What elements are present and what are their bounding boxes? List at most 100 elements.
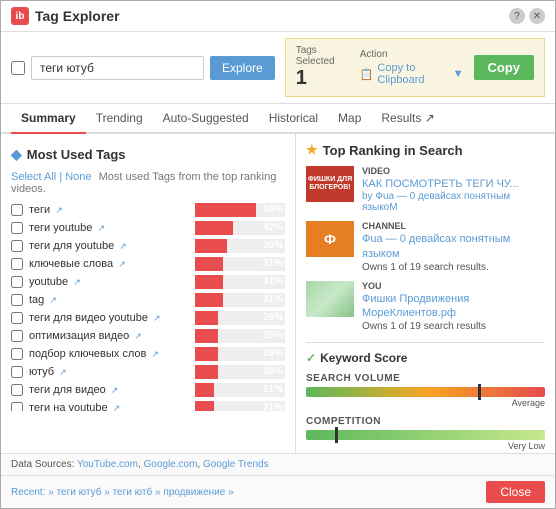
tag-checkbox[interactable] (11, 402, 23, 411)
you-title[interactable]: Фишки Продвижения МореКлиентов.рф (362, 292, 545, 321)
tag-name: оптимизация видео ↗ (29, 330, 189, 342)
source-google[interactable]: Google.com (144, 459, 198, 470)
tag-external-link[interactable]: ↗ (113, 403, 121, 411)
tag-bar-fill (195, 257, 223, 271)
main-content: ◆ Most Used Tags Select All | None Most … (1, 134, 555, 453)
title-bar: ib Tag Explorer ? ✕ (1, 1, 555, 32)
tag-name: теги для youtube ↗ (29, 240, 189, 252)
tab-trending[interactable]: Trending (86, 104, 153, 134)
tag-external-link[interactable]: ↗ (118, 259, 126, 269)
tag-external-link[interactable]: ↗ (151, 349, 159, 359)
tag-bar: 26% (195, 347, 285, 361)
tags-selected-info: Tags Selected 1 (296, 45, 350, 90)
select-none-link[interactable]: None (65, 171, 91, 183)
action-label: Action (360, 49, 464, 60)
tag-checkbox[interactable] (11, 366, 23, 378)
tag-checkbox[interactable] (11, 312, 23, 324)
video-title[interactable]: КАК ПОСМОТРЕТЬ ТЕГИ ЧУ... (362, 177, 545, 191)
channel-owns: Owns 1 of 19 search results. (362, 262, 545, 273)
tag-bar: 31% (195, 257, 285, 271)
app-window: ib Tag Explorer ? ✕ Explore Tags Selecte… (0, 0, 556, 509)
tag-external-link[interactable]: ↗ (111, 385, 119, 395)
tag-checkbox[interactable] (11, 276, 23, 288)
select-links: Select All | None Most used Tags from th… (1, 169, 295, 201)
tag-external-link[interactable]: ↗ (134, 331, 142, 341)
close-button[interactable]: Close (486, 481, 545, 503)
recent-item-2[interactable]: » теги ютб (104, 487, 152, 498)
list-item: теги для youtube ↗ 36% (1, 237, 295, 255)
result-video: ФИШКИ ДЛЯ БЛОГЕРОВ! VIDEO КАК ПОСМОТРЕТЬ… (306, 166, 545, 213)
tag-external-link[interactable]: ↗ (73, 277, 81, 287)
recent-label: Recent: (11, 487, 48, 498)
tab-map[interactable]: Map (328, 104, 371, 134)
tag-name: ключевые слова ↗ (29, 258, 189, 270)
tag-checkbox[interactable] (11, 294, 23, 306)
list-item: youtube ↗ 31% (1, 273, 295, 291)
tag-external-link[interactable]: ↗ (153, 313, 161, 323)
tag-external-link[interactable]: ↗ (59, 367, 67, 377)
tag-checkbox[interactable] (11, 222, 23, 234)
channel-thumbnail: Ф (306, 221, 354, 257)
tag-name: теги на youtube ↗ (29, 402, 189, 411)
channel-title[interactable]: Фua — 0 девайсах понятным языком (362, 232, 545, 261)
result-channel: Ф CHANNEL Фua — 0 девайсах понятным язык… (306, 221, 545, 273)
video-info: VIDEO КАК ПОСМОТРЕТЬ ТЕГИ ЧУ... by Фua —… (362, 166, 545, 213)
diamond-icon: ◆ (11, 146, 22, 163)
tags-selected-label: Tags Selected (296, 45, 350, 67)
list-item: оптимизация видео ↗ 26% (1, 327, 295, 345)
recent-bar: Recent: » теги ютуб » теги ютб » продвиж… (1, 475, 555, 508)
window-controls: ? ✕ (509, 8, 545, 24)
star-icon: ★ (306, 142, 318, 158)
keyword-score-title: ✓ Keyword Score (306, 351, 545, 365)
tag-external-link[interactable]: ↗ (97, 223, 105, 233)
copy-button[interactable]: Copy (474, 55, 535, 80)
list-item: теги ↗ 68% (1, 201, 295, 219)
tag-percentage: 68% (263, 203, 283, 217)
tag-bar-fill (195, 275, 223, 289)
list-item: ютуб ↗ 26% (1, 363, 295, 381)
tab-auto-suggested[interactable]: Auto-Suggested (153, 104, 259, 134)
most-used-tags-title: ◆ Most Used Tags (1, 142, 295, 169)
recent-item-3[interactable]: » продвижение (155, 487, 225, 498)
channel-info: CHANNEL Фua — 0 девайсах понятным языком… (362, 221, 545, 273)
tags-selected-count: 1 (296, 67, 350, 90)
tag-checkbox[interactable] (11, 330, 23, 342)
result-you: YOU Фишки Продвижения МореКлиентов.рф Ow… (306, 281, 545, 333)
tag-bar: 42% (195, 221, 285, 235)
tag-bar-fill (195, 203, 256, 217)
source-youtube[interactable]: YouTube.com (77, 459, 138, 470)
data-sources: Data Sources: YouTube.com, Google.com, G… (11, 459, 269, 470)
copy-to-clipboard-button[interactable]: 📋 Copy to Clipboard ▼ (360, 62, 464, 86)
tag-percentage: 26% (263, 347, 283, 361)
recent-item-1[interactable]: » теги ютуб (48, 487, 101, 498)
tab-historical[interactable]: Historical (259, 104, 328, 134)
tag-checkbox[interactable] (11, 204, 23, 216)
tag-checkbox[interactable] (11, 348, 23, 360)
tag-external-link[interactable]: ↗ (119, 241, 127, 251)
video-subtitle[interactable]: by Фua — 0 девайсах понятным языкоМ (362, 191, 545, 213)
select-all-link[interactable]: Select All (11, 171, 56, 183)
tab-summary[interactable]: Summary (11, 104, 86, 134)
close-window-button[interactable]: ✕ (529, 8, 545, 24)
tag-percentage: 21% (263, 401, 283, 411)
list-item: подбор ключевых слов ↗ 26% (1, 345, 295, 363)
you-info: YOU Фишки Продвижения МореКлиентов.рф Ow… (362, 281, 545, 333)
explore-button[interactable]: Explore (210, 56, 275, 80)
result-type-video: VIDEO (362, 166, 545, 176)
help-button[interactable]: ? (509, 8, 525, 24)
tag-checkbox[interactable] (11, 258, 23, 270)
tag-external-link[interactable]: ↗ (49, 295, 57, 305)
recent-text: Recent: » теги ютуб » теги ютб » продвиж… (11, 487, 234, 498)
tab-results[interactable]: Results ↗ (371, 104, 444, 134)
search-volume-indicator (478, 384, 481, 400)
search-checkbox[interactable] (11, 61, 25, 75)
search-input[interactable] (31, 56, 204, 80)
tag-checkbox[interactable] (11, 240, 23, 252)
source-google-trends[interactable]: Google Trends (203, 459, 269, 470)
tag-checkbox[interactable] (11, 384, 23, 396)
clipboard-icon: 📋 (360, 68, 374, 81)
tag-bar-fill (195, 383, 214, 397)
tag-bar-fill (195, 239, 227, 253)
tag-external-link[interactable]: ↗ (55, 205, 63, 215)
list-item: теги на youtube ↗ 21% (1, 399, 295, 411)
